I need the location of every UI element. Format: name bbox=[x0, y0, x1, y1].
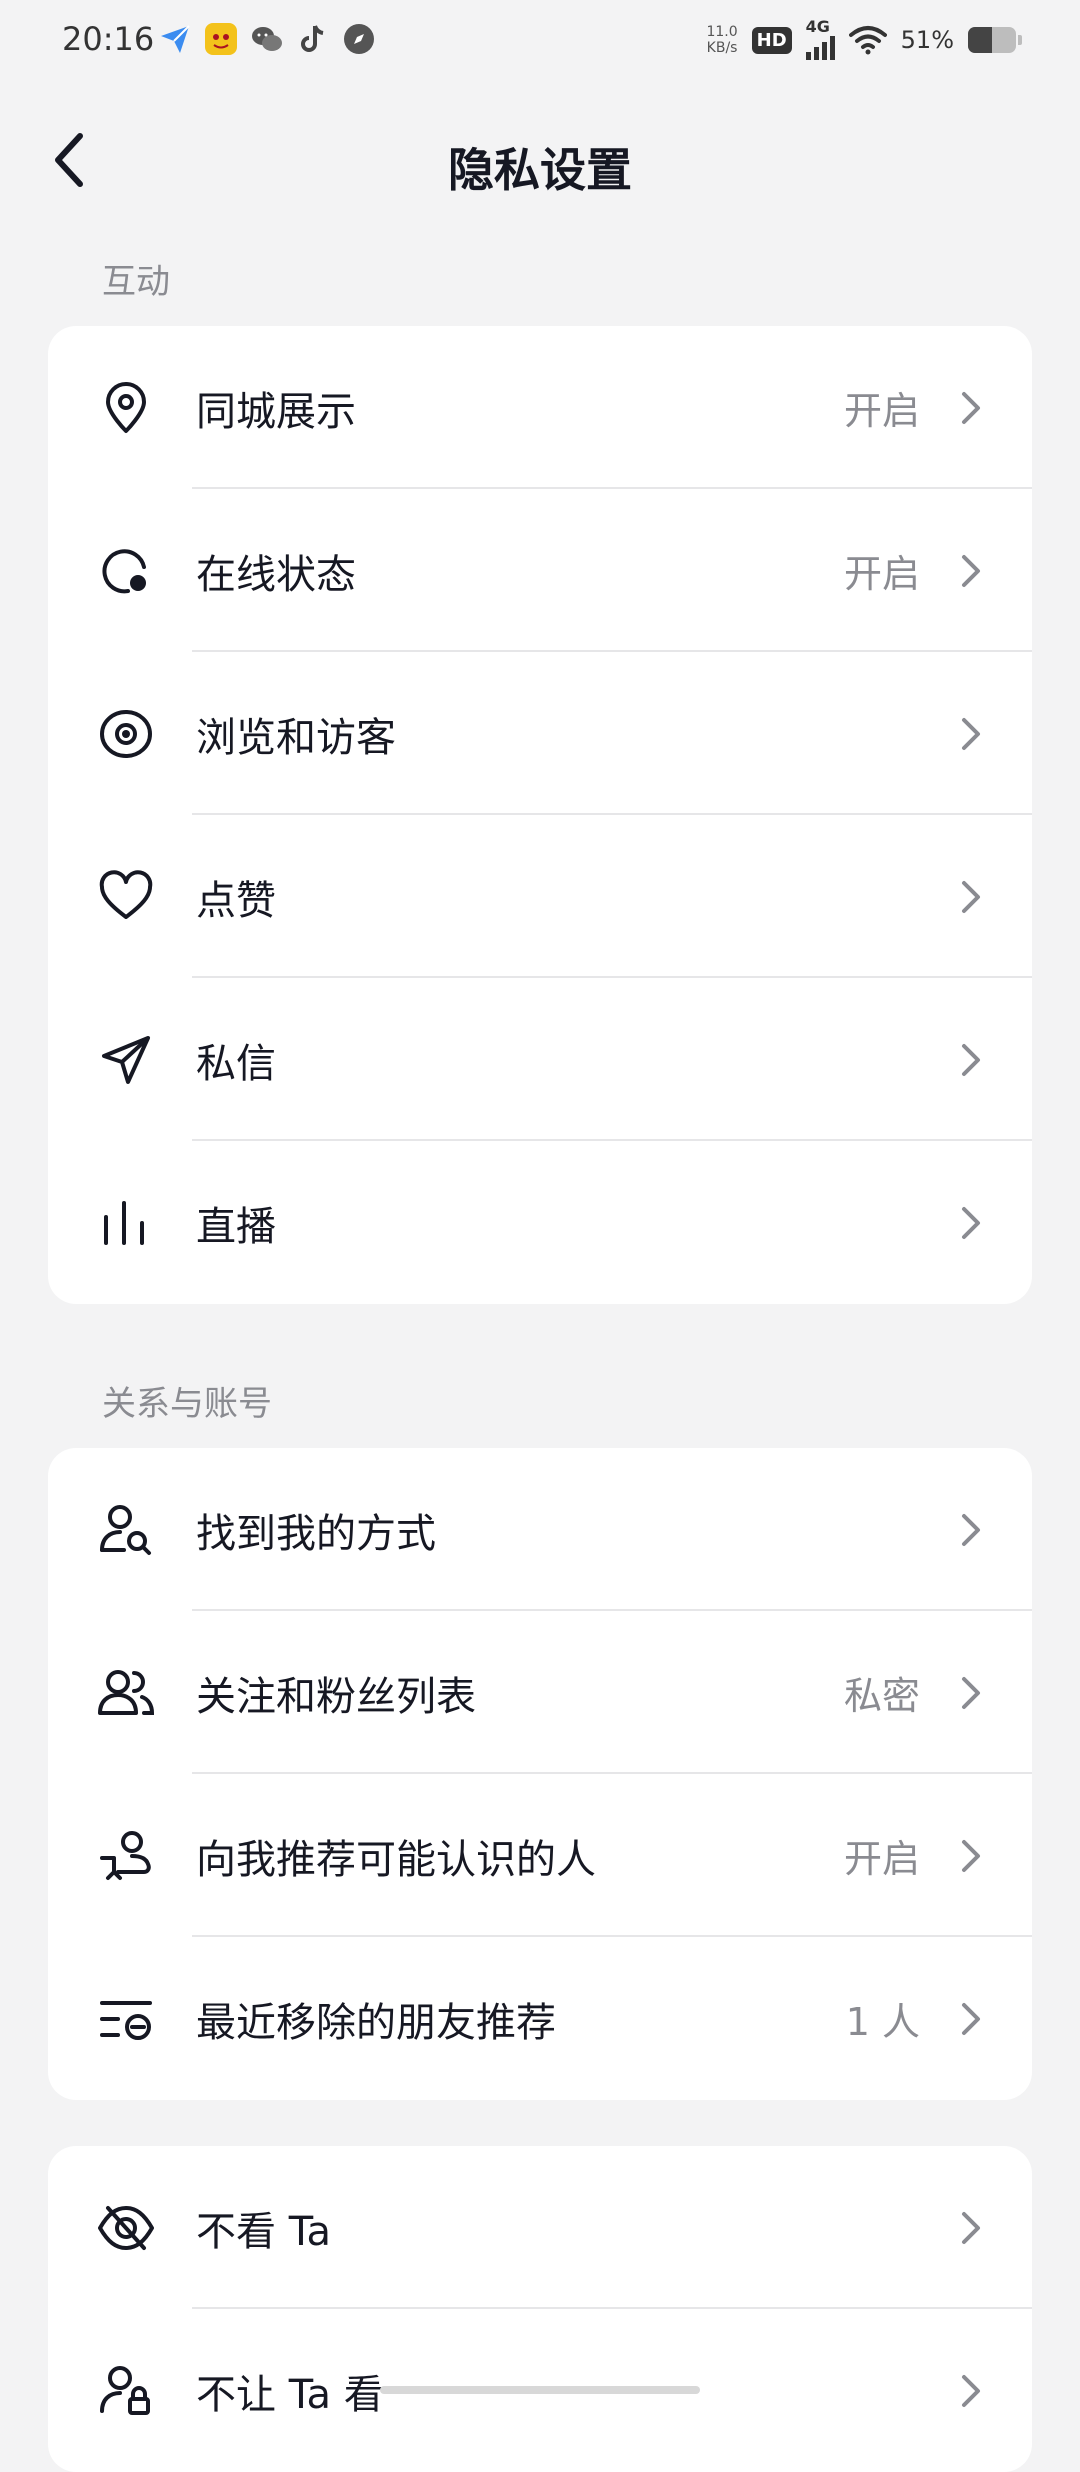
chevron-right-icon bbox=[956, 551, 986, 591]
page-title: 隐私设置 bbox=[448, 143, 632, 197]
row-label: 在线状态 bbox=[196, 551, 356, 598]
chevron-right-icon bbox=[956, 2208, 986, 2248]
section-label-relationships: 关系与账号 bbox=[102, 1384, 272, 1424]
row-label: 直播 bbox=[196, 1203, 276, 1250]
settings-row-following-followers[interactable]: 关注和粉丝列表 私密 bbox=[48, 1611, 1032, 1774]
battery-icon bbox=[968, 27, 1022, 53]
heart-icon bbox=[98, 869, 154, 925]
settings-row-hide-their-content[interactable]: 不看 Ta bbox=[48, 2146, 1032, 2309]
battery-percent: 51% bbox=[900, 26, 954, 54]
row-label: 点赞 bbox=[196, 877, 276, 924]
settings-row-online-status[interactable]: 在线状态 开启 bbox=[48, 489, 1032, 652]
chevron-right-icon bbox=[956, 2371, 986, 2411]
paper-plane-icon bbox=[98, 1032, 154, 1088]
section-label-interaction: 互动 bbox=[102, 262, 170, 302]
home-indicator[interactable] bbox=[380, 2386, 700, 2394]
status-time: 20:16 bbox=[62, 20, 155, 58]
settings-row-likes[interactable]: 点赞 bbox=[48, 815, 1032, 978]
card-interaction: 同城展示 开启 在线状态 开启 浏览和访客 点赞 私信 直播 bbox=[48, 326, 1032, 1304]
row-label: 浏览和访客 bbox=[196, 714, 396, 761]
user-lock-icon bbox=[98, 2363, 154, 2419]
removed-list-icon bbox=[98, 1991, 154, 2047]
chevron-right-icon bbox=[956, 1999, 986, 2039]
chevron-right-icon bbox=[956, 1510, 986, 1550]
game-icon bbox=[204, 22, 238, 56]
settings-row-direct-messages[interactable]: 私信 bbox=[48, 978, 1032, 1141]
settings-row-live[interactable]: 直播 bbox=[48, 1141, 1032, 1304]
online-status-icon bbox=[98, 543, 154, 599]
chevron-right-icon bbox=[956, 1673, 986, 1713]
row-label: 私信 bbox=[196, 1040, 276, 1087]
row-value: 私密 bbox=[843, 1674, 920, 1718]
settings-row-find-me[interactable]: 找到我的方式 bbox=[48, 1448, 1032, 1611]
network-type: 4G bbox=[805, 17, 830, 36]
battery-fill bbox=[968, 27, 993, 53]
chevron-right-icon bbox=[956, 1836, 986, 1876]
row-label: 关注和粉丝列表 bbox=[196, 1673, 476, 1720]
card-relationships: 找到我的方式 关注和粉丝列表 私密 向我推荐可能认识的人 开启 最近移除的朋友推… bbox=[48, 1448, 1032, 2100]
nav-bar: 隐私设置 bbox=[0, 110, 1080, 210]
row-label: 向我推荐可能认识的人 bbox=[196, 1836, 596, 1883]
row-value: 开启 bbox=[843, 1837, 920, 1881]
settings-row-recommend-me[interactable]: 向我推荐可能认识的人 开启 bbox=[48, 1774, 1032, 1937]
eye-off-icon bbox=[98, 2200, 154, 2256]
tiktok-icon bbox=[296, 22, 330, 56]
compass-icon bbox=[342, 22, 376, 56]
chevron-right-icon bbox=[956, 1203, 986, 1243]
settings-row-views-visitors[interactable]: 浏览和访客 bbox=[48, 652, 1032, 815]
network-speed: 11.0 KB/s bbox=[706, 24, 737, 56]
location-pin-icon bbox=[98, 380, 154, 436]
network-speed-unit: KB/s bbox=[706, 40, 738, 56]
chevron-right-icon bbox=[956, 877, 986, 917]
row-value: 开启 bbox=[843, 552, 920, 596]
wechat-icon bbox=[250, 22, 284, 56]
wifi-icon bbox=[848, 25, 887, 55]
chevron-right-icon bbox=[956, 714, 986, 754]
eye-icon bbox=[98, 706, 154, 762]
settings-row-local-display[interactable]: 同城展示 开启 bbox=[48, 326, 1032, 489]
users-icon bbox=[98, 1665, 154, 1721]
row-label: 最近移除的朋友推荐 bbox=[196, 1999, 556, 2046]
hd-badge: HD bbox=[751, 26, 792, 54]
chevron-right-icon bbox=[956, 1040, 986, 1080]
user-search-icon bbox=[98, 1502, 154, 1558]
row-label: 不让 Ta 看 bbox=[196, 2371, 384, 2418]
status-right: 11.0 KB/s HD 4G 51% bbox=[706, 17, 1022, 60]
live-bars-icon bbox=[98, 1195, 154, 1251]
settings-row-recently-removed[interactable]: 最近移除的朋友推荐 1 人 bbox=[48, 1937, 1032, 2100]
signal-bars-icon bbox=[805, 34, 835, 60]
row-value: 开启 bbox=[843, 389, 920, 433]
status-bar: 20:16 11.0 KB/s HD 4G 51% bbox=[0, 0, 1080, 84]
row-value: 1 人 bbox=[845, 2000, 920, 2044]
feishu-icon bbox=[158, 22, 192, 56]
chevron-right-icon bbox=[956, 388, 986, 428]
network-speed-value: 11.0 bbox=[706, 24, 738, 40]
row-label: 同城展示 bbox=[196, 388, 356, 435]
user-recommend-icon bbox=[98, 1828, 154, 1884]
cellular-signal: 4G bbox=[805, 17, 835, 60]
status-app-icons bbox=[158, 22, 376, 56]
row-label: 不看 Ta bbox=[196, 2208, 332, 2255]
row-label: 找到我的方式 bbox=[196, 1510, 436, 1557]
card-blocking: 不看 Ta 不让 Ta 看 bbox=[48, 2146, 1032, 2472]
